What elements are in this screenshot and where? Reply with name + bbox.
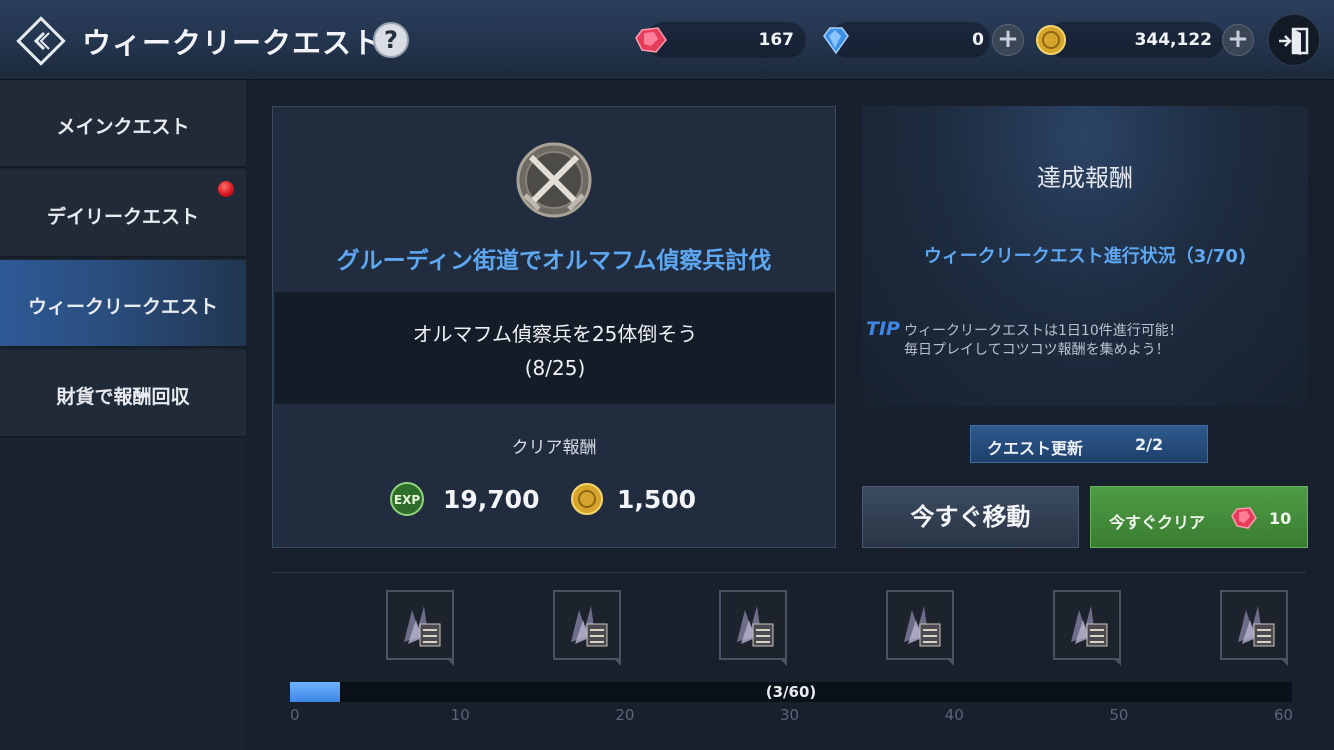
reward-chest-icon [737,606,774,647]
sidebar-item-label: 財貨で報酬回収 [56,386,190,408]
move-now-button[interactable]: 今すぐ移動 [862,486,1079,548]
ruby-icon [1231,507,1257,529]
quest-refresh-label: クエスト更新 [987,439,1084,458]
progress-tick-label: 20 [615,706,635,724]
reward-chest-icon [571,606,608,647]
milestone-reward-box[interactable] [1053,590,1121,666]
sidebar-item-main-quest[interactable]: メインクエスト [0,80,246,168]
gold-add-button[interactable]: + [1222,24,1254,56]
page-title: ウィークリークエスト [82,26,383,60]
achievement-reward-title: 達成報酬 [1037,164,1133,192]
progress-tick-label: 0 [290,706,300,724]
achievement-reward-panel: 達成報酬 ウィークリークエスト進行状況（3/70) TIP ウィークリークエスト… [862,106,1308,406]
tip-text-line-1: ウィークリークエストは1日10件進行可能！ [904,323,1183,339]
progress-tick-label: 50 [1109,706,1129,724]
ruby-icon [635,27,667,53]
reward-chest-icon [904,606,941,647]
quest-name: グルーディン街道でオルマフム偵察兵討伐 [336,248,772,274]
reward-chest-icon [1071,606,1108,647]
milestone-reward-box[interactable] [553,590,621,666]
back-icon[interactable] [14,14,68,68]
clear-now-button[interactable]: 今すぐクリア 10 [1090,486,1308,548]
milestone-reward-box[interactable] [1220,590,1288,666]
sidebar-item-reward-recovery[interactable]: 財貨で報酬回収 [0,350,246,438]
objective-panel: オルマフム偵察兵を25体倒そう (8/25) [275,292,835,404]
ruby-value: 167 [758,30,795,50]
progress-tick-label: 60 [1274,706,1294,724]
gold-coin-icon [1036,25,1066,55]
progress-tick-label: 30 [780,706,800,724]
exit-icon [1279,27,1309,55]
gold-counter: 344,122 [1046,22,1224,58]
progress-tick-label: 10 [450,706,470,724]
objective-progress: (8/25) [524,356,586,380]
sidebar-item-label: ウィークリークエスト [27,296,218,318]
diamond-add-button[interactable]: + [992,24,1024,56]
crossed-swords-emblem-icon [516,142,592,218]
ruby-counter: 167 [646,22,806,58]
clear-reward-label: クリア報酬 [511,438,597,458]
diamond-icon [823,27,849,55]
sidebar-item-label: デイリークエスト [46,206,199,228]
exp-icon: EXP [390,482,424,516]
help-icon[interactable]: ? [373,22,409,58]
top-bar: ウィークリークエスト ? 167 0 + 344,122 + [0,0,1334,80]
diamond-value: 0 [972,30,984,50]
quest-category-sidebar: メインクエスト デイリークエスト ウィークリークエスト 財貨で報酬回収 [0,80,246,750]
gold-value: 344,122 [1134,30,1212,50]
exit-button[interactable] [1268,14,1320,66]
weekly-progress-bar: (3/60) [290,682,1292,702]
reward-chest-icon [404,606,441,647]
sidebar-item-label: メインクエスト [56,116,190,138]
milestone-reward-box[interactable] [386,590,454,666]
quest-refresh-count: 2/2 [1135,435,1164,454]
notification-dot [218,181,234,197]
weekly-progress-text: ウィークリークエスト進行状況（3/70) [923,246,1247,267]
progress-bar-label: (3/60) [765,683,817,701]
gold-coin-icon [571,483,603,515]
tip-label: TIP [866,318,900,340]
sidebar-item-daily-quest[interactable]: デイリークエスト [0,170,246,258]
progress-tick-label: 40 [944,706,964,724]
diamond-counter: 0 [830,22,990,58]
exp-reward-value: 19,700 [443,485,540,514]
gold-reward-value: 1,500 [617,485,697,514]
quest-card: グルーディン街道でオルマフム偵察兵討伐 オルマフム偵察兵を25体倒そう (8/2… [272,106,836,548]
milestone-reward-box[interactable] [886,590,954,666]
tip-text-line-2: 毎日プレイしてコツコツ報酬を集めよう！ [904,342,1170,358]
svg-text:EXP: EXP [394,493,420,507]
reward-chest-icon [1238,606,1275,647]
clear-now-label: 今すぐクリア [1109,513,1206,532]
clear-now-cost: 10 [1269,509,1292,528]
sidebar-item-weekly-quest[interactable]: ウィークリークエスト [0,260,246,348]
objective-text: オルマフム偵察兵を25体倒そう [412,322,698,346]
quest-refresh-button[interactable]: クエスト更新 2/2 [970,425,1208,463]
section-divider [272,572,1306,573]
milestone-reward-box[interactable] [719,590,787,666]
